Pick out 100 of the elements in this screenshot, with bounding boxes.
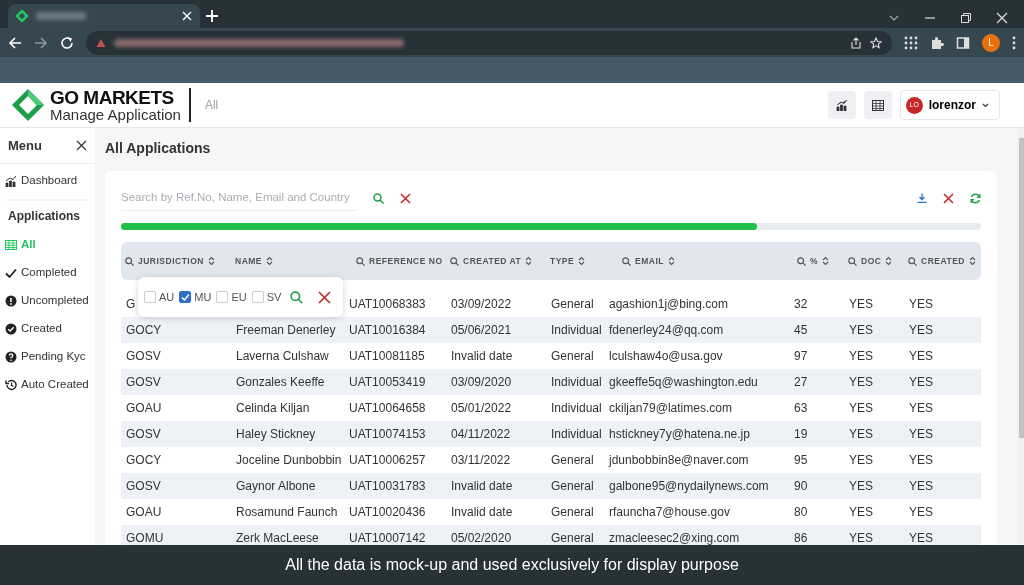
- column-header[interactable]: DOC: [861, 254, 882, 268]
- star-icon[interactable]: [870, 36, 882, 49]
- refresh-icon[interactable]: [970, 192, 981, 204]
- warning-icon: [96, 37, 106, 48]
- sidebar-item[interactable]: Auto Created: [0, 371, 95, 399]
- forward-icon[interactable]: [34, 35, 48, 50]
- table-cell: 63: [794, 401, 808, 416]
- search-icon[interactable]: [908, 256, 917, 266]
- sort-icon[interactable]: [885, 256, 893, 267]
- table-cell: galbone95@nydailynews.com: [609, 479, 769, 494]
- search-icon[interactable]: [622, 256, 631, 266]
- table-cell: General: [551, 479, 594, 494]
- more-icon[interactable]: [1012, 35, 1016, 50]
- sidebar-item[interactable]: Completed: [0, 259, 95, 287]
- sort-icon[interactable]: [578, 256, 586, 267]
- column-header[interactable]: TYPE: [550, 254, 575, 268]
- table-cell: GOSV: [126, 479, 161, 494]
- sort-icon[interactable]: [525, 256, 533, 267]
- reference-link[interactable]: UAT10020436: [349, 505, 426, 520]
- sidebar-item[interactable]: Pending Kyc: [0, 343, 95, 371]
- sidebar-item[interactable]: Created: [0, 315, 95, 343]
- table-cell: 05/01/2022: [451, 401, 512, 416]
- table-cell: Zerk MacLeese: [236, 531, 319, 546]
- search-icon[interactable]: [290, 290, 304, 304]
- apps-icon[interactable]: [904, 35, 918, 50]
- search-icon[interactable]: [450, 256, 459, 266]
- table-cell: YES: [849, 505, 873, 520]
- sort-icon[interactable]: [266, 256, 274, 267]
- reference-link[interactable]: UAT10064658: [349, 401, 426, 416]
- table-cell: Individual: [551, 427, 602, 442]
- table-cell: Invalid date: [451, 505, 513, 520]
- table-cell: zmacleesec2@xing.com: [609, 531, 740, 546]
- reference-link[interactable]: UAT10068383: [349, 297, 426, 312]
- search-icon[interactable]: [125, 256, 134, 266]
- checkbox-label: EU: [231, 290, 247, 305]
- exclamation-icon: [5, 295, 17, 307]
- question-icon: [5, 351, 17, 363]
- table-cell: YES: [909, 401, 933, 416]
- table-cell: YES: [849, 401, 873, 416]
- sort-icon[interactable]: [208, 256, 215, 267]
- table-cell: Haley Stickney: [236, 427, 316, 442]
- table-cell: 05/02/2020: [451, 531, 512, 546]
- table-cell: General: [551, 349, 594, 364]
- site-icon: [16, 10, 28, 22]
- table-cell: rfauncha7@house.gov: [609, 505, 730, 520]
- sort-icon[interactable]: [667, 256, 675, 267]
- table-cell: YES: [849, 375, 873, 390]
- sidebar-item[interactable]: Dashboard: [0, 167, 95, 195]
- search-icon[interactable]: [848, 256, 857, 266]
- clear-icon[interactable]: [318, 290, 332, 304]
- sort-icon[interactable]: [968, 256, 976, 267]
- user-name: lorenzor: [928, 97, 976, 114]
- table-cell: Individual: [551, 401, 602, 416]
- back-icon[interactable]: [8, 35, 22, 50]
- reference-link[interactable]: UAT10081185: [349, 349, 425, 364]
- table-button[interactable]: [863, 91, 892, 119]
- breadcrumb: All: [204, 97, 219, 114]
- restore-icon[interactable]: [960, 12, 972, 24]
- caret-icon: [982, 102, 989, 108]
- checkbox[interactable]: [179, 291, 192, 304]
- search-icon[interactable]: [797, 256, 806, 266]
- column-header[interactable]: NAME: [235, 254, 263, 268]
- table-cell: G: [126, 297, 136, 312]
- table-cell: Celinda Kiljan: [236, 401, 310, 416]
- table-cell: YES: [849, 349, 873, 364]
- table-cell: gkeeffe5q@washington.edu: [609, 375, 758, 390]
- reload-icon[interactable]: [60, 35, 74, 50]
- table-cell: fdenerley24@qq.com: [609, 323, 724, 338]
- puzzle-icon[interactable]: [930, 35, 944, 50]
- browser-tab[interactable]: [8, 4, 200, 28]
- sidebar-title: Menu: [8, 136, 42, 155]
- table-cell: GOCY: [126, 453, 162, 468]
- sort-icon[interactable]: [822, 256, 830, 267]
- table-cell: General: [551, 453, 594, 468]
- clear-icon[interactable]: [400, 192, 411, 204]
- table-cell: YES: [909, 297, 933, 312]
- blurred-tab-title: [36, 12, 86, 20]
- column-header[interactable]: EMAIL: [635, 254, 664, 268]
- table-cell: YES: [849, 323, 873, 338]
- close-icon[interactable]: [76, 140, 87, 151]
- chart-button[interactable]: [827, 91, 856, 119]
- checkmark-icon: [5, 267, 17, 279]
- clear-icon[interactable]: [943, 192, 954, 204]
- table-cell: Invalid date: [451, 479, 513, 494]
- side-panel-icon[interactable]: [956, 35, 970, 50]
- table-cell: 97: [794, 349, 808, 364]
- sidebar-item[interactable]: Uncompleted: [0, 287, 95, 315]
- table-cell: 27: [794, 375, 808, 390]
- share-icon[interactable]: [850, 36, 862, 49]
- table-cell: YES: [909, 531, 933, 546]
- column-header[interactable]: %: [810, 254, 819, 268]
- search-icon[interactable]: [373, 192, 384, 204]
- table-cell: Joceline Dunbobbin: [236, 453, 342, 468]
- reference-link[interactable]: UAT10006257: [349, 453, 426, 468]
- table-cell: GOMU: [126, 531, 164, 546]
- table-cell: Individual: [551, 323, 602, 338]
- download-icon[interactable]: [917, 193, 927, 204]
- table-cell: YES: [849, 453, 873, 468]
- search-icon[interactable]: [356, 256, 365, 266]
- table-cell: lculshaw4o@usa.gov: [609, 349, 723, 364]
